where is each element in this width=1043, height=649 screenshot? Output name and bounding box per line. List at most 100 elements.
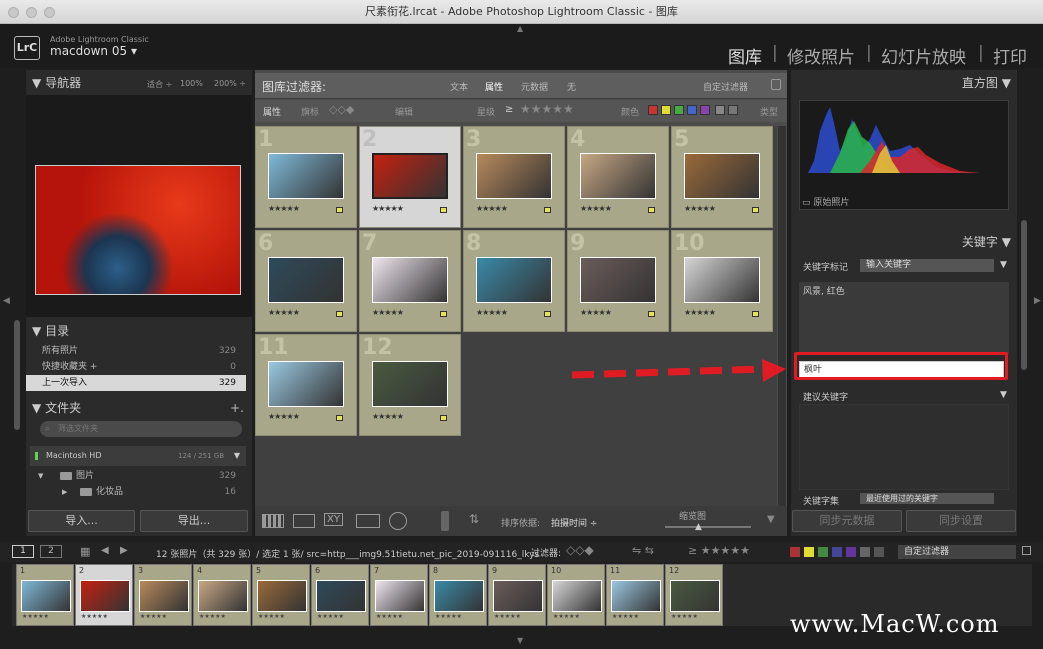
filmstrip-thumbnail[interactable]: 6 ★★★★★	[311, 564, 369, 626]
photo-thumbnail[interactable]	[372, 361, 448, 407]
rating-stars[interactable]: ★★★★★	[268, 308, 300, 317]
rating-operator[interactable]: ≥	[505, 104, 513, 115]
close-window-button[interactable]	[8, 7, 19, 18]
color-label-badge[interactable]	[336, 415, 343, 421]
flag-filter-icons[interactable]: ◇◇◆	[566, 543, 594, 557]
filmstrip-thumbnail[interactable]: 5 ★★★★★	[252, 564, 310, 626]
caret-down-icon[interactable]: ▼	[1000, 260, 1007, 270]
grid-cell[interactable]: 10 ★★★★★	[671, 230, 773, 332]
minimize-window-button[interactable]	[26, 7, 37, 18]
caret-down-icon[interactable]: ▼	[1000, 390, 1007, 400]
color-label-badge[interactable]	[336, 311, 343, 317]
color-yellow-swatch[interactable]	[804, 547, 814, 557]
color-purple-swatch[interactable]	[700, 105, 710, 115]
color-red-swatch[interactable]	[790, 547, 800, 557]
import-button[interactable]: 导入...	[28, 510, 135, 532]
right-panel-toggle-icon[interactable]: ▶	[1034, 296, 1041, 306]
filmstrip-thumbnail[interactable]: 2 ★★★★★	[75, 564, 133, 626]
photo-thumbnail[interactable]	[268, 257, 344, 303]
photo-thumbnail[interactable]	[684, 153, 760, 199]
suggested-keywords-grid[interactable]	[799, 404, 1009, 490]
color-yellow-swatch[interactable]	[661, 105, 671, 115]
compare-view-icon[interactable]: XY	[324, 513, 343, 526]
thumbnail-size-slider[interactable]	[665, 526, 751, 528]
keyword-list-area[interactable]: 风景, 红色	[799, 282, 1009, 354]
color-purple-swatch[interactable]	[846, 547, 856, 557]
color-label-badge[interactable]	[440, 311, 447, 317]
keywording-header[interactable]: 关键字 ▼	[791, 232, 1017, 252]
module-develop[interactable]: 修改照片	[787, 43, 855, 68]
zoom-fit[interactable]: 适合 ÷	[147, 79, 172, 90]
rating-stars[interactable]: ★★★★★	[684, 308, 716, 317]
filter-tab-attribute[interactable]: 属性	[485, 80, 503, 93]
sort-direction-icon[interactable]: ⇅	[469, 512, 479, 526]
zoom-window-button[interactable]	[44, 7, 55, 18]
color-green-swatch[interactable]	[818, 547, 828, 557]
rating-stars[interactable]: ★★★★★	[684, 204, 716, 213]
color-other-swatch[interactable]	[874, 547, 884, 557]
color-green-swatch[interactable]	[674, 105, 684, 115]
folders-header[interactable]: ▼ 文件夹 +.	[26, 398, 252, 418]
rating-stars[interactable]: ★★★★★	[268, 204, 300, 213]
zoom-200[interactable]: 200% ÷	[214, 79, 246, 88]
rating-stars[interactable]: ★★★★★	[372, 308, 404, 317]
filmstrip-preset-select[interactable]: 自定过滤器	[898, 545, 1016, 559]
catalog-header[interactable]: ▼ 目录	[26, 321, 252, 341]
rating-stars[interactable]: ★★★★★	[372, 204, 404, 213]
color-label-badge[interactable]	[648, 311, 655, 317]
grid-cell[interactable]: 6 ★★★★★	[255, 230, 357, 332]
painter-icon[interactable]	[441, 511, 449, 531]
filmstrip-thumbnail[interactable]: 7 ★★★★★	[370, 564, 428, 626]
loupe-view-icon[interactable]	[293, 514, 315, 528]
photo-thumbnail[interactable]	[268, 153, 344, 199]
rating-filter-stars-icon[interactable]: ≥ ★★★★★	[688, 544, 750, 557]
add-folder-icon[interactable]: +.	[230, 398, 244, 418]
flag-filter-icons[interactable]: ◇◇◆	[329, 103, 354, 116]
module-print[interactable]: 打印	[993, 43, 1027, 68]
color-blue-swatch[interactable]	[687, 105, 697, 115]
grid-cell[interactable]: 11 ★★★★★	[255, 334, 357, 436]
grid-cell[interactable]: 2 ★★★★★	[359, 126, 461, 228]
color-red-swatch[interactable]	[648, 105, 658, 115]
catalog-item-quick[interactable]: 快捷收藏夹 + 0	[26, 359, 246, 375]
survey-view-icon[interactable]	[356, 514, 380, 528]
grid-cell[interactable]: 5 ★★★★★	[671, 126, 773, 228]
color-label-badge[interactable]	[544, 311, 551, 317]
keyword-tags-select[interactable]: 输入关键字	[860, 259, 994, 272]
module-library[interactable]: 图库	[728, 43, 762, 68]
grid-cell[interactable]: 9 ★★★★★	[567, 230, 669, 332]
keyword-set-select[interactable]: 最近使用过的关键字	[860, 493, 994, 504]
left-scrollbar[interactable]	[14, 320, 20, 430]
color-label-badge[interactable]	[648, 207, 655, 213]
slider-thumb-icon[interactable]: ▲	[695, 522, 702, 532]
color-label-badge[interactable]	[336, 207, 343, 213]
catalog-item-previous-import[interactable]: 上一次导入 329	[26, 375, 246, 391]
module-slideshow[interactable]: 幻灯片放映	[881, 43, 966, 68]
color-label-badge[interactable]	[752, 311, 759, 317]
rating-stars[interactable]: ★★★★★	[476, 204, 508, 213]
grid-cell[interactable]: 8 ★★★★★	[463, 230, 565, 332]
filter-toggle-icon[interactable]	[1022, 546, 1031, 555]
rating-stars[interactable]: ★★★★★	[372, 412, 404, 421]
sort-select[interactable]: 拍摄时间 ÷	[551, 516, 597, 529]
grid-cell[interactable]: 4 ★★★★★	[567, 126, 669, 228]
folder-search-input[interactable]: ⌕ 筛选文件夹	[40, 421, 242, 437]
navigator-preview[interactable]	[26, 95, 252, 317]
photo-thumbnail[interactable]	[372, 153, 448, 199]
volume-row[interactable]: Macintosh HD 124 / 251 GB ▼	[30, 446, 246, 466]
sync-settings-button[interactable]: 同步设置	[906, 510, 1016, 532]
color-blue-swatch[interactable]	[832, 547, 842, 557]
photo-thumbnail[interactable]	[372, 257, 448, 303]
photo-thumbnail[interactable]	[580, 257, 656, 303]
filmstrip-thumbnail[interactable]: 4 ★★★★★	[193, 564, 251, 626]
photo-thumbnail[interactable]	[476, 153, 552, 199]
filter-preset-select[interactable]: 自定过滤器	[703, 80, 748, 93]
filmstrip-thumbnail[interactable]: 10 ★★★★★	[547, 564, 605, 626]
grid-cell[interactable]: 3 ★★★★★	[463, 126, 565, 228]
lock-icon[interactable]	[771, 79, 781, 90]
filmstrip-thumbnail[interactable]: 1 ★★★★★	[16, 564, 74, 626]
photo-thumbnail[interactable]	[268, 361, 344, 407]
toolbar-menu-icon[interactable]: ▼	[767, 514, 775, 525]
filmstrip-thumbnail[interactable]: 3 ★★★★★	[134, 564, 192, 626]
filter-tab-none[interactable]: 无	[567, 80, 576, 93]
